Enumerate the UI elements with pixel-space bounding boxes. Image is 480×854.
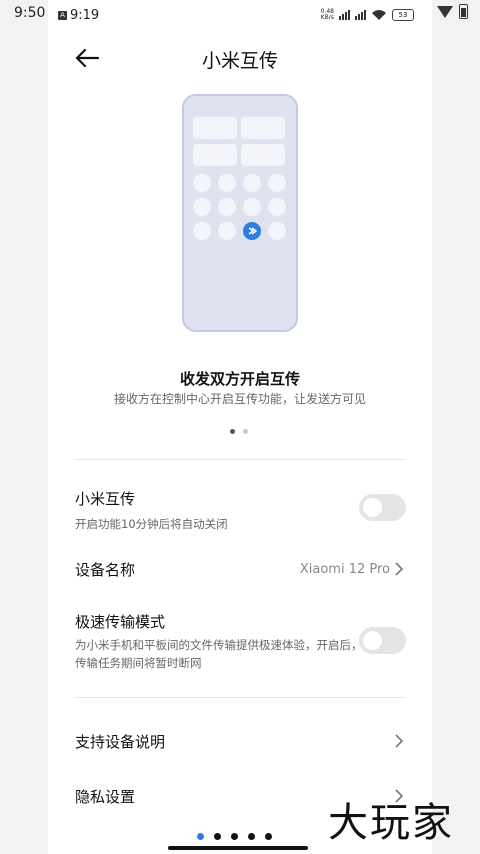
control-toggle-dot (243, 198, 261, 216)
mi-share-toggle[interactable] (359, 494, 406, 521)
control-toggle-dot (268, 198, 286, 216)
control-card (193, 144, 237, 166)
toggle-knob (363, 498, 382, 517)
chevron-right-icon (395, 734, 404, 748)
page-dot-active (197, 833, 204, 840)
control-toggle-dot (193, 198, 211, 216)
chevron-right-icon (395, 562, 404, 576)
page-title: 小米互传 (201, 50, 278, 72)
mi-share-title: 小米互传 (75, 490, 136, 508)
phone-frame (182, 94, 298, 332)
gesture-home-bar[interactable] (168, 846, 308, 850)
control-toggle-dot (243, 174, 261, 192)
battery-indicator: 53 (392, 9, 414, 21)
supported-devices-row[interactable]: 支持设备说明 (75, 731, 405, 755)
watermark: 大玩家 (328, 800, 454, 846)
page-indicator (197, 833, 272, 840)
inner-clock: 9:19 (70, 8, 100, 23)
illustration-subtitle: 接收方在控制中心开启互传功能，让发送方可见 (113, 392, 366, 406)
page-header: 小米互传 (48, 38, 432, 78)
notification-icon: A (58, 11, 67, 20)
page-dot (265, 833, 272, 840)
mi-share-toggle-icon (243, 222, 261, 240)
control-card (241, 144, 285, 166)
control-toggle-dot (193, 174, 211, 192)
divider (75, 459, 405, 460)
outer-clock: 9:50 (14, 5, 46, 21)
device-name-value: Xiaomi 12 Pro (299, 562, 390, 577)
carousel-dot[interactable] (243, 429, 248, 434)
mi-share-subtitle: 开启功能10分钟后将自动关闭 (75, 517, 228, 531)
control-card (241, 117, 285, 139)
divider (75, 697, 405, 698)
carousel-indicator[interactable] (230, 429, 248, 434)
supported-devices-title: 支持设备说明 (75, 733, 166, 751)
signal-icon (437, 5, 453, 18)
signal-bars-icon (339, 10, 350, 20)
device-name-row[interactable]: 设备名称 Xiaomi 12 Pro (75, 559, 405, 585)
control-toggle-dot (193, 222, 211, 240)
network-speed: 0.48 KB/s (321, 9, 334, 21)
mi-share-row[interactable]: 小米互传 开启功能10分钟后将自动关闭 (75, 488, 406, 532)
page-dot (248, 833, 255, 840)
fast-transfer-toggle[interactable] (359, 627, 406, 654)
illustration-title: 收发双方开启互传 (179, 370, 300, 388)
page-dot (214, 833, 221, 840)
fast-transfer-title: 极速传输模式 (75, 613, 166, 631)
control-toggle-dot (218, 222, 236, 240)
control-toggle-dot (268, 174, 286, 192)
toggle-knob (363, 631, 382, 650)
mi-share-panel: A 9:19 0.48 KB/s 53 小米互传 收发双方开启互传 接收方在控制… (48, 0, 432, 854)
wifi-icon (372, 10, 386, 20)
control-toggle-dot (268, 222, 286, 240)
inner-status-bar: A 9:19 0.48 KB/s 53 (48, 0, 432, 30)
control-card (193, 117, 237, 139)
carousel-dot-active[interactable] (230, 429, 235, 434)
network-speed-unit: KB/s (320, 14, 334, 21)
control-toggle-dot (218, 174, 236, 192)
phone-illustration (182, 94, 298, 332)
page-dot (231, 833, 238, 840)
fast-transfer-subtitle: 为小米手机和平板间的文件传输提供极速体验，开启后，传输任务期间将暂时断网 (75, 638, 363, 670)
fast-transfer-row[interactable]: 极速传输模式 为小米手机和平板间的文件传输提供极速体验，开启后，传输任务期间将暂… (75, 611, 406, 673)
control-toggle-dot (218, 198, 236, 216)
signal-bars-icon-2 (355, 10, 366, 20)
battery-icon (459, 4, 468, 19)
